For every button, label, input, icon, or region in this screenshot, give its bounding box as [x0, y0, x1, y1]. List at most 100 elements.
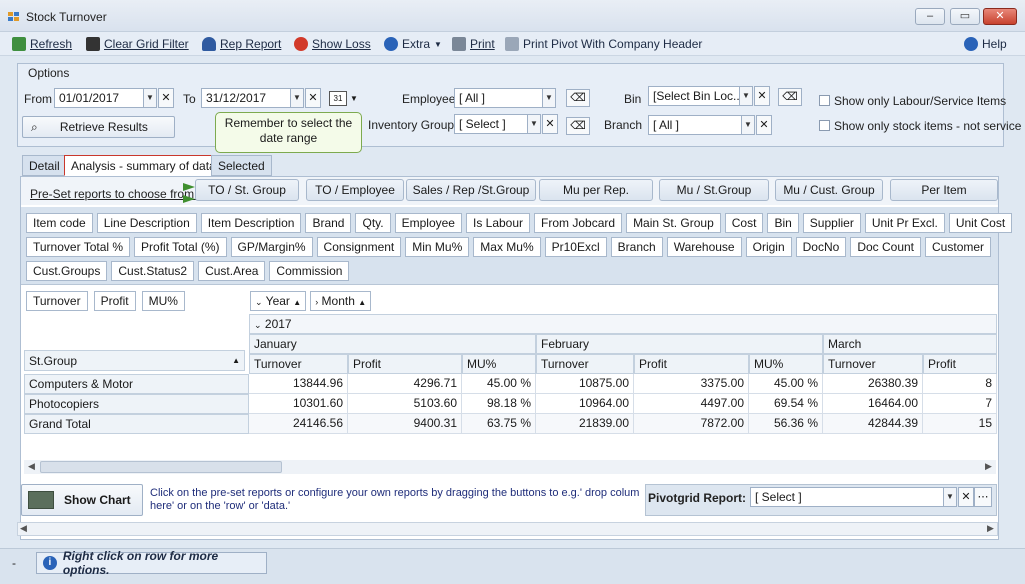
to-date-field[interactable]: 31/12/2017 — [201, 88, 291, 108]
table-row[interactable]: Photocopiers 10301.60 5103.60 98.18 % 10… — [24, 394, 997, 414]
retrieve-results-button[interactable]: ⌕ Retrieve Results — [22, 116, 175, 138]
field-min-mu[interactable]: Min Mu% — [405, 237, 470, 257]
column-field-year[interactable]: ⌄ Year ▲ — [250, 291, 307, 311]
inventory-group-select[interactable]: [ Select ] — [454, 114, 528, 134]
inventory-group-eraser-button[interactable]: ⌫ — [566, 117, 590, 135]
field-employee[interactable]: Employee — [394, 213, 462, 233]
field-docno[interactable]: DocNo — [795, 237, 847, 257]
data-field-turnover[interactable]: Turnover — [26, 291, 88, 311]
from-date-field[interactable]: 01/01/2017 — [54, 88, 144, 108]
outer-horizontal-scrollbar[interactable] — [17, 522, 998, 536]
refresh-button[interactable]: Refresh — [12, 36, 72, 52]
bin-dropdown[interactable]: ▼ — [739, 86, 753, 106]
year-header[interactable]: ⌄ 2017 — [249, 314, 997, 334]
field-cust-area[interactable]: Cust.Area — [198, 261, 266, 281]
bin-clear[interactable]: ✕ — [754, 86, 770, 106]
scroll-left-icon[interactable]: ◀ — [28, 461, 35, 472]
preset-mu-per-rep-button[interactable]: Mu per Rep. — [539, 179, 653, 201]
field-commission[interactable]: Commission — [269, 261, 350, 281]
field-origin[interactable]: Origin — [745, 237, 792, 257]
field-cust-status2[interactable]: Cust.Status2 — [111, 261, 195, 281]
field-pr10excl[interactable]: Pr10Excl — [544, 237, 607, 257]
preset-per-item-button[interactable]: Per Item — [890, 179, 998, 201]
column-field-month[interactable]: › Month ▲ — [310, 291, 372, 311]
table-row[interactable]: Computers & Motor 13844.96 4296.71 45.00… — [24, 374, 997, 394]
pivot-report-more-button[interactable]: ⋯ — [974, 487, 992, 507]
rep-report-button[interactable]: Rep Report — [202, 36, 281, 52]
field-cust-groups[interactable]: Cust.Groups — [26, 261, 108, 281]
field-unit-cost[interactable]: Unit Cost — [948, 213, 1013, 233]
calendar-button[interactable]: 31 ▼ — [329, 88, 367, 108]
pivot-report-select[interactable]: [ Select ] — [750, 487, 944, 507]
pivot-report-dropdown[interactable]: ▼ — [943, 487, 957, 507]
scrollbar-thumb[interactable] — [40, 461, 282, 473]
print-button[interactable]: Print — [452, 36, 495, 52]
field-qty[interactable]: Qty. — [355, 213, 391, 233]
field-cost[interactable]: Cost — [724, 213, 764, 233]
branch-select[interactable]: [ All ] — [648, 115, 742, 135]
show-loss-button[interactable]: Show Loss — [294, 36, 371, 52]
data-rows: Computers & Motor 13844.96 4296.71 45.00… — [24, 374, 997, 434]
to-date-clear[interactable]: ✕ — [305, 88, 321, 108]
field-supplier[interactable]: Supplier — [802, 213, 861, 233]
scroll-left-icon[interactable]: ◀ — [20, 523, 27, 534]
maximize-button[interactable]: ▭ — [950, 8, 980, 25]
branch-clear[interactable]: ✕ — [756, 115, 772, 135]
bin-select[interactable]: [Select Bin Loc... — [648, 86, 740, 106]
employee-clear-button[interactable]: ⌫ — [566, 89, 590, 107]
data-field-profit[interactable]: Profit — [93, 291, 136, 311]
field-consignment[interactable]: Consignment — [316, 237, 402, 257]
only-labour-checkbox[interactable] — [819, 95, 830, 106]
field-from-jobcard[interactable]: From Jobcard — [534, 213, 623, 233]
field-warehouse[interactable]: Warehouse — [666, 237, 742, 257]
status-dash: - — [12, 556, 16, 570]
employee-dropdown[interactable]: ▼ — [542, 88, 556, 108]
field-branch[interactable]: Branch — [610, 237, 663, 257]
field-is-labour[interactable]: Is Labour — [465, 213, 531, 233]
field-main-st-group[interactable]: Main St. Group — [626, 213, 721, 233]
table-row-grand-total[interactable]: Grand Total 24146.56 9400.31 63.75 % 218… — [24, 414, 997, 434]
branch-dropdown[interactable]: ▼ — [741, 115, 755, 135]
preset-mu-st-group-button[interactable]: Mu / St.Group — [659, 179, 769, 201]
tab-analysis[interactable]: Analysis - summary of data — [64, 155, 223, 176]
field-item-code[interactable]: Item code — [26, 213, 93, 233]
field-line-description[interactable]: Line Description — [96, 213, 197, 233]
field-customer[interactable]: Customer — [925, 237, 992, 257]
scroll-right-icon[interactable]: ▶ — [987, 523, 994, 534]
field-unit-pr-excl[interactable]: Unit Pr Excl. — [864, 213, 945, 233]
pivot-report-clear[interactable]: ✕ — [958, 487, 974, 507]
employee-select[interactable]: [ All ] — [454, 88, 543, 108]
close-button[interactable]: ✕ — [983, 8, 1017, 25]
preset-to-employee-button[interactable]: TO / Employee — [306, 179, 404, 201]
field-doc-count[interactable]: Doc Count — [850, 237, 922, 257]
from-date-clear[interactable]: ✕ — [158, 88, 174, 108]
extra-dropdown[interactable]: Extra ▼ — [384, 36, 442, 52]
help-button[interactable]: Help — [964, 36, 1007, 52]
field-turnover-total[interactable]: Turnover Total % — [26, 237, 131, 257]
row-field-st-group[interactable]: St.Group ▲ — [24, 350, 245, 371]
scroll-right-icon[interactable]: ▶ — [985, 461, 992, 472]
from-date-dropdown[interactable]: ▼ — [143, 88, 157, 108]
preset-sales-rep-button[interactable]: Sales / Rep /St.Group — [406, 179, 536, 201]
field-bin[interactable]: Bin — [767, 213, 799, 233]
field-gp-margin[interactable]: GP/Margin% — [230, 237, 313, 257]
only-stock-checkbox[interactable] — [819, 120, 830, 131]
field-max-mu[interactable]: Max Mu% — [473, 237, 541, 257]
print-pivot-button[interactable]: Print Pivot With Company Header — [505, 36, 702, 52]
help-icon — [964, 37, 978, 51]
tab-detail[interactable]: Detail — [22, 155, 67, 176]
clear-grid-filter-button[interactable]: Clear Grid Filter — [86, 36, 189, 52]
tab-selected[interactable]: Selected — [211, 155, 272, 176]
to-date-dropdown[interactable]: ▼ — [290, 88, 304, 108]
preset-to-st-group-button[interactable]: TO / St. Group — [195, 179, 299, 201]
data-field-mu[interactable]: MU% — [141, 291, 185, 311]
bin-eraser-button[interactable]: ⌫ — [778, 88, 802, 106]
field-brand[interactable]: Brand — [305, 213, 352, 233]
inventory-group-dropdown[interactable]: ▼ — [527, 114, 541, 134]
preset-mu-cust-group-button[interactable]: Mu / Cust. Group — [775, 179, 883, 201]
show-chart-button[interactable]: Show Chart — [21, 484, 143, 516]
field-profit-total[interactable]: Profit Total (%) — [134, 237, 227, 257]
minimize-button[interactable]: – — [915, 8, 945, 25]
field-item-description[interactable]: Item Description — [200, 213, 302, 233]
inventory-group-clear[interactable]: ✕ — [542, 114, 558, 134]
